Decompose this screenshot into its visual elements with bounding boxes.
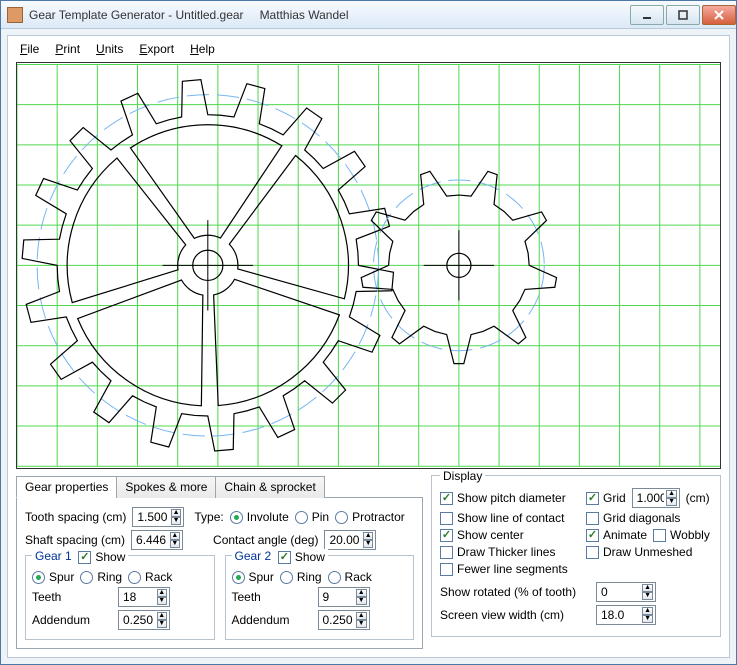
shaft-spacing-input[interactable]: ▲▼ (131, 530, 183, 550)
maximize-button[interactable] (666, 5, 700, 25)
tab-content: Tooth spacing (cm) ▲▼ Type: Involute Pin… (16, 497, 423, 649)
left-panel: Gear properties Spokes & more Chain & sp… (16, 475, 423, 649)
gear1-spur-radio[interactable]: Spur (32, 570, 74, 584)
tooth-spacing-input[interactable]: ▲▼ (132, 507, 184, 527)
gear2-rack-radio[interactable]: Rack (328, 570, 372, 584)
menu-units[interactable]: Units (96, 42, 123, 56)
close-button[interactable] (702, 5, 736, 25)
menu-file[interactable]: File (20, 42, 39, 56)
tabstrip: Gear properties Spokes & more Chain & sp… (16, 475, 423, 497)
type-pin-radio[interactable]: Pin (295, 510, 329, 524)
animate-check[interactable]: Animate (586, 528, 647, 542)
grid-size-input[interactable]: ▲▼ (632, 488, 680, 508)
tab-spokes[interactable]: Spokes & more (116, 476, 216, 498)
display-legend: Display (440, 469, 485, 483)
tab-gear-properties[interactable]: Gear properties (16, 476, 117, 498)
type-label: Type: (194, 510, 223, 524)
grid-diagonals-check[interactable]: Grid diagonals (586, 511, 712, 525)
window-controls (628, 5, 736, 25)
fewer-segments-check[interactable]: Fewer line segments (440, 562, 580, 576)
tooth-spacing-label: Tooth spacing (cm) (25, 510, 126, 524)
wobbly-check[interactable]: Wobbly (653, 528, 710, 542)
grid (17, 65, 720, 467)
gear1-group: Gear 1 Show Spur Ring Rack Teeth▲▼ Adden… (25, 555, 215, 640)
titlebar: Gear Template Generator - Untitled.gear … (1, 1, 736, 29)
gear1-teeth-input[interactable]: ▲▼ (118, 587, 170, 607)
show-contact-check[interactable]: Show line of contact (440, 511, 580, 525)
menu-print[interactable]: Print (55, 42, 80, 56)
gear2-ring-radio[interactable]: Ring (280, 570, 322, 584)
gear2-teeth-input[interactable]: ▲▼ (318, 587, 370, 607)
app-icon (7, 7, 23, 23)
menu-help[interactable]: Help (190, 42, 215, 56)
gear1-addendum-input[interactable]: ▲▼ (118, 610, 170, 630)
contact-angle-input[interactable]: ▲▼ (324, 530, 376, 550)
type-involute-radio[interactable]: Involute (230, 510, 289, 524)
app-window: Gear Template Generator - Untitled.gear … (0, 0, 737, 665)
gear2-addendum-input[interactable]: ▲▼ (318, 610, 370, 630)
grid-check[interactable]: Grid (586, 491, 626, 505)
display-panel: Display Show pitch diameter Grid▲▼(cm) S… (431, 475, 721, 649)
bottom-panels: Gear properties Spokes & more Chain & sp… (16, 475, 721, 649)
gear1-ring-radio[interactable]: Ring (80, 570, 122, 584)
gear2-spur-radio[interactable]: Spur (232, 570, 274, 584)
tab-chain[interactable]: Chain & sprocket (215, 476, 324, 498)
rotated-input[interactable]: ▲▼ (596, 582, 656, 602)
gear2-group: Gear 2 Show Spur Ring Rack Teeth▲▼ Adden… (225, 555, 415, 640)
thicker-check[interactable]: Draw Thicker lines (440, 545, 580, 559)
minimize-button[interactable] (630, 5, 664, 25)
show-pitch-check[interactable]: Show pitch diameter (440, 491, 580, 505)
window-author: Matthias Wandel (260, 8, 349, 22)
menu-export[interactable]: Export (139, 42, 174, 56)
window-title: Gear Template Generator - Untitled.gear (29, 8, 244, 22)
show-center-check[interactable]: Show center (440, 528, 580, 542)
gear2-show-check[interactable]: Show (278, 550, 325, 564)
view-width-input[interactable]: ▲▼ (596, 605, 656, 625)
gear1-rack-radio[interactable]: Rack (128, 570, 172, 584)
gear-canvas[interactable] (16, 62, 721, 469)
client-area: File Print Units Export Help (7, 35, 730, 658)
type-protractor-radio[interactable]: Protractor (335, 510, 405, 524)
contact-angle-label: Contact angle (deg) (213, 533, 318, 547)
unmeshed-check[interactable]: Draw Unmeshed (586, 545, 712, 559)
shaft-spacing-label: Shaft spacing (cm) (25, 533, 125, 547)
menubar: File Print Units Export Help (16, 40, 721, 62)
gear1-show-check[interactable]: Show (78, 550, 125, 564)
gear-svg (17, 63, 720, 468)
